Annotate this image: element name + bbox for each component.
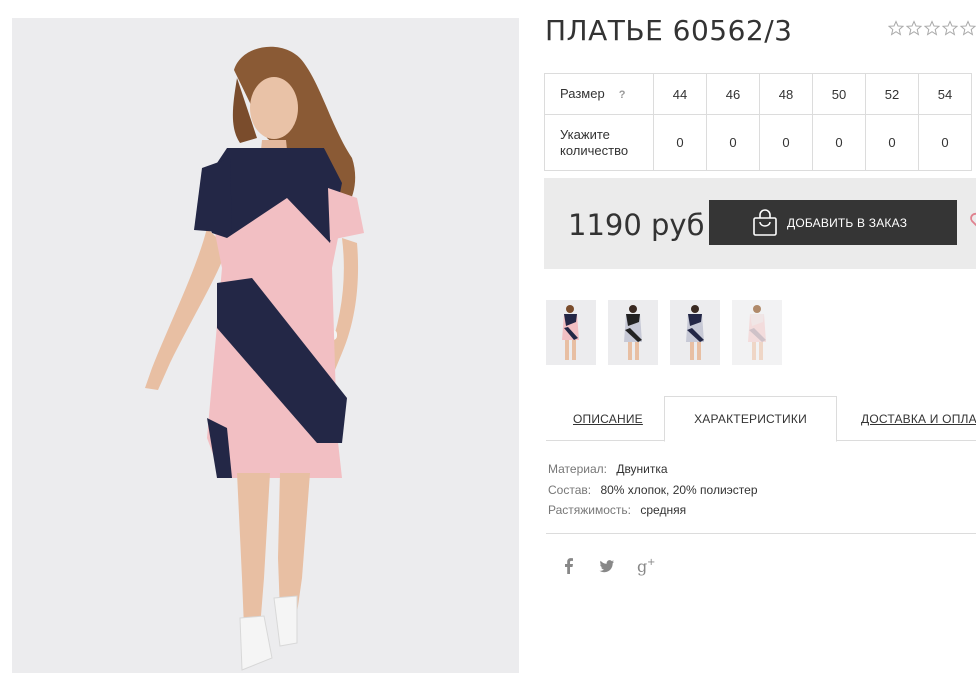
thumbnail-1[interactable] [546, 300, 596, 365]
social-share: g + [560, 556, 656, 576]
product-price: 1190 руб [568, 208, 705, 242]
product-main-photo[interactable] [12, 18, 519, 673]
quantity-input[interactable]: 0 [865, 114, 919, 171]
thumbnail-image [670, 300, 720, 365]
size-cell: 50 [812, 73, 866, 115]
size-cell: 48 [759, 73, 813, 115]
quantity-input[interactable]: 0 [653, 114, 707, 171]
facebook-icon[interactable] [560, 556, 578, 576]
characteristic-key: Материал: [548, 462, 607, 476]
svg-text:g: g [637, 557, 647, 576]
size-cell: 44 [653, 73, 707, 115]
add-to-order-label: ДОБАВИТЬ В ЗАКАЗ [787, 215, 908, 230]
star-icon[interactable] [942, 20, 958, 36]
shopping-bag-icon [753, 209, 777, 236]
quantity-header: Укажите количество [544, 114, 654, 171]
characteristics-list: Материал: Двунитка Состав: 80% хлопок, 2… [548, 459, 758, 521]
thumbnail-image [546, 300, 596, 365]
dress-model-image [12, 18, 519, 673]
star-icon[interactable] [888, 20, 904, 36]
rating-stars[interactable] [888, 20, 976, 36]
characteristic-value: 80% хлопок, 20% полиэстер [600, 482, 758, 497]
tab-description[interactable]: ОПИСАНИЕ [573, 396, 643, 441]
product-title: ПЛАТЬЕ 60562/3 [545, 14, 793, 47]
thumbnail-2[interactable] [608, 300, 658, 365]
tab-delivery[interactable]: ДОСТАВКА И ОПЛАТА [861, 396, 976, 441]
quantity-input[interactable]: 0 [759, 114, 813, 171]
characteristic-row: Растяжимость: средняя [548, 500, 758, 521]
heart-icon[interactable] [969, 211, 976, 231]
product-tabs: ОПИСАНИЕ ХАРАКТЕРИСТИКИ ДОСТАВКА И ОПЛАТ… [546, 396, 976, 442]
quantity-input[interactable]: 0 [918, 114, 972, 171]
size-cell: 46 [706, 73, 760, 115]
star-icon[interactable] [924, 20, 940, 36]
thumbnail-image [608, 300, 658, 365]
quantity-label-line1: Укажите [560, 126, 610, 142]
google-plus-icon[interactable]: g + [636, 556, 656, 576]
size-cell: 52 [865, 73, 919, 115]
size-cell: 54 [918, 73, 972, 115]
quantity-input[interactable]: 0 [812, 114, 866, 171]
quantity-row: Укажите количество 0 0 0 0 0 0 [544, 114, 972, 171]
quantity-input[interactable]: 0 [706, 114, 760, 171]
add-to-order-button[interactable]: ДОБАВИТЬ В ЗАКАЗ [709, 200, 957, 245]
characteristic-key: Состав: [548, 482, 592, 497]
thumbnail-gallery [546, 300, 782, 365]
size-header: Размер? [544, 73, 654, 115]
size-help-icon[interactable]: ? [619, 89, 626, 101]
quantity-label-line2: количество [560, 142, 629, 158]
svg-text:+: + [647, 557, 655, 568]
characteristic-value: средняя [640, 503, 687, 517]
thumbnail-4[interactable] [732, 300, 782, 365]
divider [546, 533, 976, 534]
twitter-icon[interactable] [598, 556, 616, 576]
thumbnail-3[interactable] [670, 300, 720, 365]
thumbnail-image [732, 300, 782, 365]
characteristic-row: Материал: Двунитка [548, 459, 758, 480]
characteristic-value: Двунитка [616, 462, 668, 476]
characteristic-key: Растяжимость: [548, 503, 632, 517]
size-quantity-table: Размер? 44 46 48 50 52 54 Укажите количе… [544, 73, 972, 171]
price-panel: 1190 руб ДОБАВИТЬ В ЗАКАЗ [544, 178, 976, 269]
size-row: Размер? 44 46 48 50 52 54 [544, 73, 972, 115]
characteristic-row: Состав: 80% хлопок, 20% полиэстер [548, 480, 758, 501]
star-icon[interactable] [906, 20, 922, 36]
size-label: Размер [560, 85, 605, 101]
star-icon[interactable] [960, 20, 976, 36]
tab-characteristics[interactable]: ХАРАКТЕРИСТИКИ [664, 396, 837, 442]
